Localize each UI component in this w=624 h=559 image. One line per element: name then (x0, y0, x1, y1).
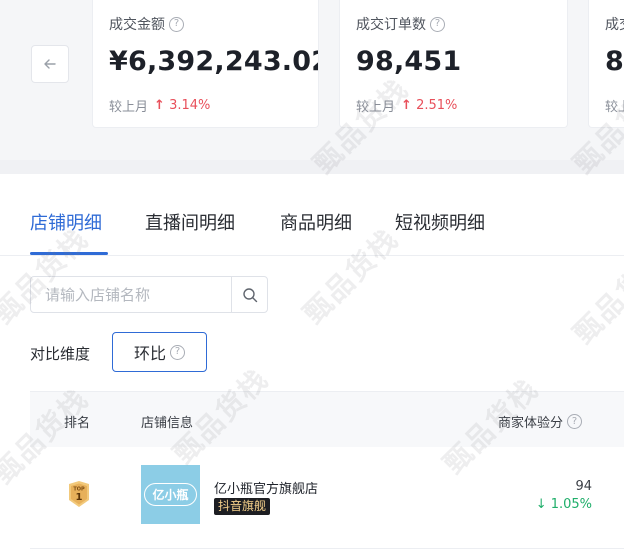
store-logo[interactable]: 亿小瓶 (141, 465, 200, 524)
search-button[interactable] (231, 277, 268, 312)
kpi-card-amount: 成交金额 ? ¥6,392,243.02 较上月 ↑ 3.14% (92, 0, 319, 128)
kpi-card-partial: 成交 81 较上 (588, 0, 624, 128)
table-row[interactable]: TOP 1 亿小瓶 亿小瓶官方旗舰店 抖音旗舰 94 ↓ 1.05% (30, 447, 624, 549)
arrow-up-icon: ↑ (154, 98, 165, 113)
kpi-change: 3.14% (169, 98, 211, 113)
store-tag-badge: 抖音旗舰 (214, 498, 271, 515)
search-icon (243, 287, 258, 302)
store-logo-text: 亿小瓶 (144, 483, 197, 506)
header-rank: 排名 (64, 416, 91, 431)
arrow-up-icon: ↑ (401, 98, 412, 113)
kpi-compare-label: 较上月 (356, 100, 396, 115)
store-name[interactable]: 亿小瓶官方旗舰店 (214, 478, 318, 497)
store-search (30, 276, 268, 313)
tab-product-detail[interactable]: 商品明细 (280, 209, 352, 235)
tab-short-video-detail[interactable]: 短视频明细 (395, 209, 485, 235)
kpi-value: ¥6,392,243.02 (109, 46, 319, 77)
help-icon[interactable]: ? (169, 16, 184, 32)
kpi-label: 成交金额 (109, 17, 165, 33)
section-divider (0, 160, 624, 174)
help-icon[interactable]: ? (430, 16, 445, 32)
rank-badge-icon: TOP 1 (67, 480, 91, 508)
kpi-compare-label: 较上 (605, 100, 624, 115)
detail-tabs: 店铺明细 直播间明细 商品明细 短视频明细 (0, 174, 624, 256)
active-tab-indicator (30, 252, 108, 255)
back-button[interactable] (31, 45, 69, 83)
compare-dimension-label: 对比维度 (30, 345, 91, 363)
arrow-left-icon (44, 59, 56, 69)
experience-score: 94 (575, 479, 592, 494)
compare-option-label: 环比 (133, 344, 166, 363)
tab-live-room-detail[interactable]: 直播间明细 (145, 209, 235, 235)
table-header: 排名 店铺信息 商家体验分 ? (30, 391, 624, 447)
kpi-label: 成交订单数 (356, 17, 426, 33)
kpi-card-orders: 成交订单数 ? 98,451 较上月 ↑ 2.51% (339, 0, 568, 128)
tab-store-detail[interactable]: 店铺明细 (30, 209, 102, 235)
kpi-value: 81 (605, 46, 624, 77)
kpi-value: 98,451 (356, 46, 462, 77)
header-store-info: 店铺信息 (141, 416, 194, 431)
arrow-down-icon: ↓ (535, 497, 547, 512)
kpi-compare-label: 较上月 (109, 100, 149, 115)
rank-number: 1 (76, 492, 83, 503)
kpi-section: 成交金额 ? ¥6,392,243.02 较上月 ↑ 3.14% 成交订单数 ?… (0, 0, 624, 160)
kpi-change: 2.51% (416, 98, 458, 113)
help-icon[interactable]: ? (170, 344, 185, 360)
header-experience-score[interactable]: 商家体验分 ? (498, 412, 583, 431)
store-search-input[interactable] (31, 277, 231, 312)
kpi-label: 成交 (605, 17, 624, 33)
compare-option-mom[interactable]: 环比 ? (112, 332, 207, 372)
experience-score-change: 1.05% (550, 497, 592, 512)
help-icon[interactable]: ? (567, 414, 583, 429)
